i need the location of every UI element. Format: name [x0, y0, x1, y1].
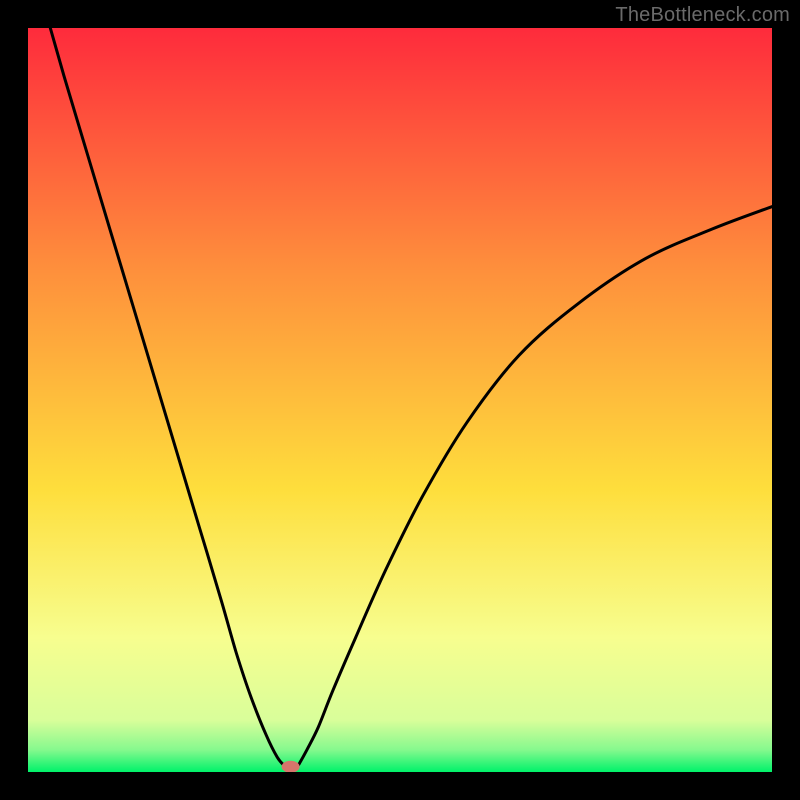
gradient-background: [28, 28, 772, 772]
chart-svg: [28, 28, 772, 772]
watermark-text: TheBottleneck.com: [615, 4, 790, 27]
plot-area: [28, 28, 772, 772]
chart-container: TheBottleneck.com: [0, 0, 800, 800]
